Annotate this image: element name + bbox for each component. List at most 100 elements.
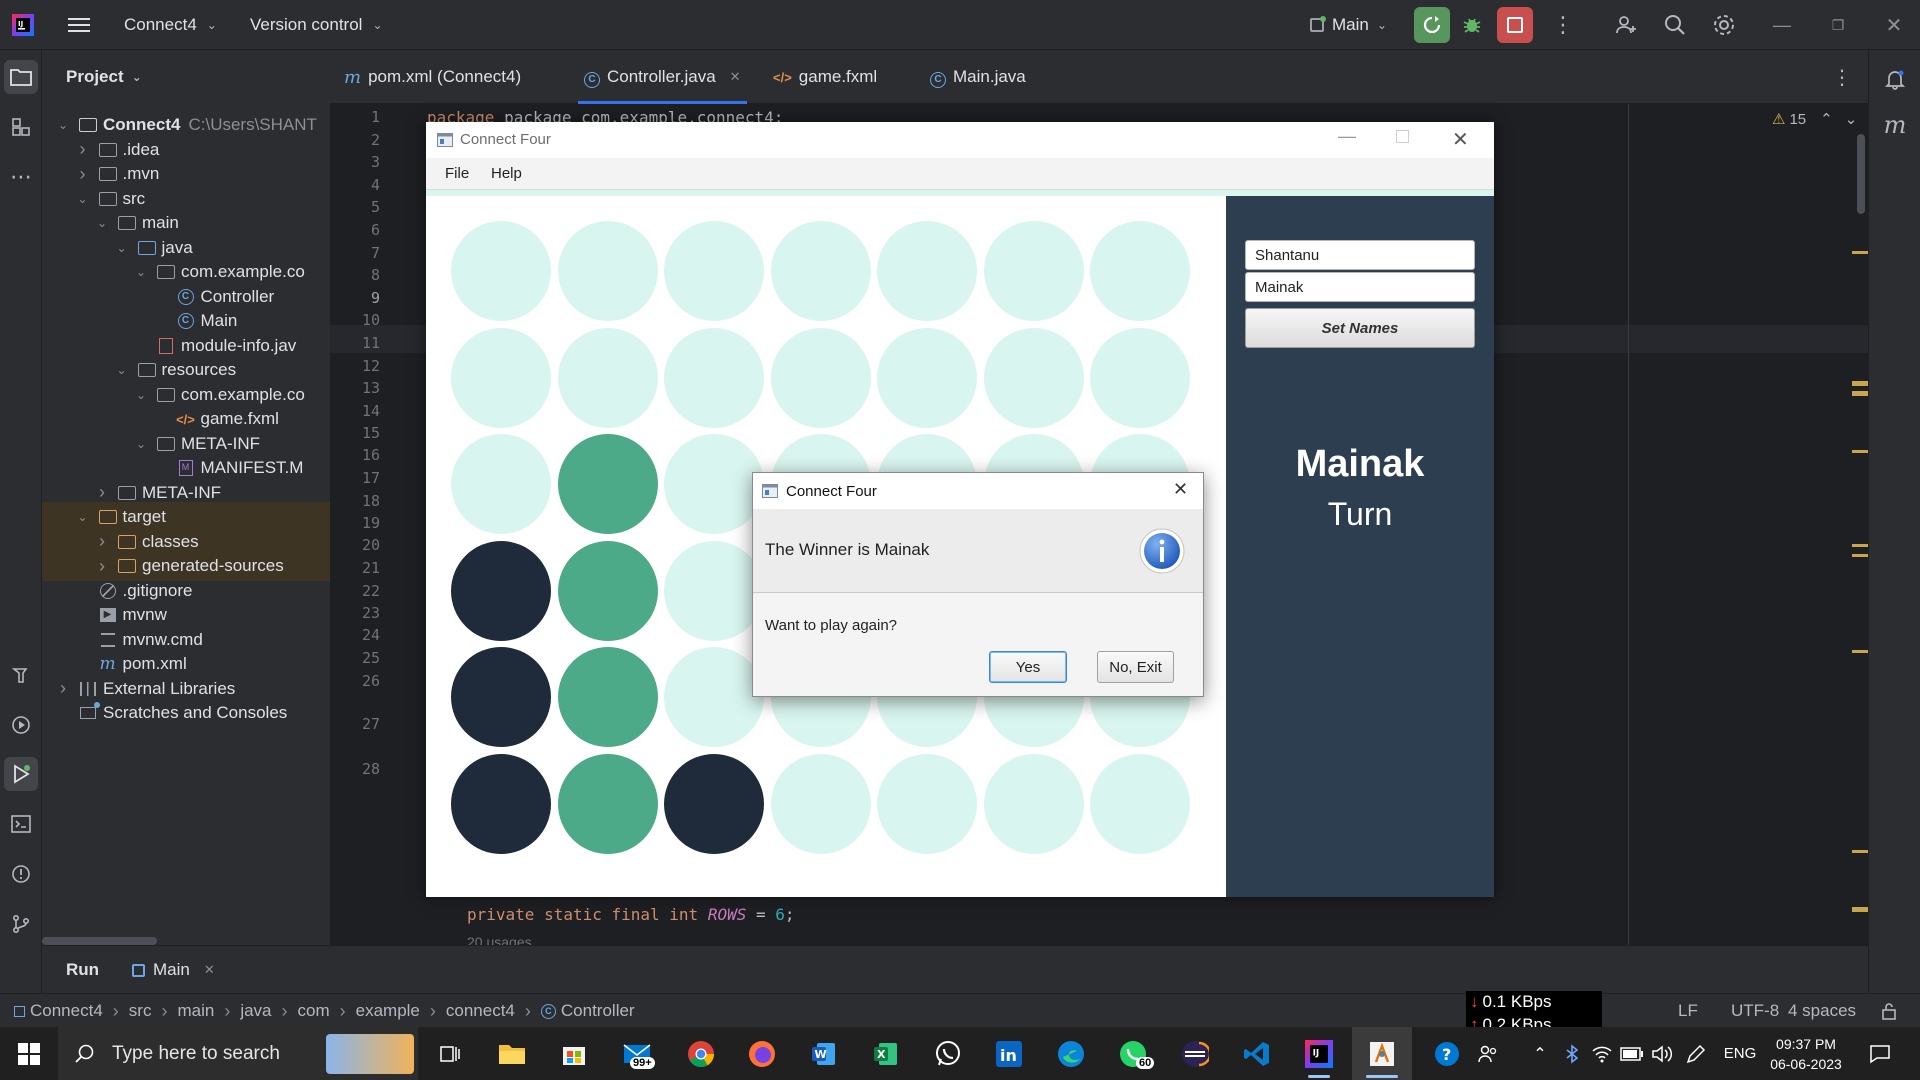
empty-slot[interactable] (770, 327, 871, 428)
game-window-titlebar[interactable]: Connect Four — ✕ (426, 122, 1494, 158)
structure-tool-icon[interactable] (4, 110, 38, 144)
player-two-disc[interactable] (451, 753, 551, 854)
chevron-down-icon[interactable]: ⌄ (115, 363, 129, 377)
mail-app[interactable]: 99+ (608, 1027, 666, 1080)
editor-tab[interactable]: </> game.fxml (773, 50, 877, 104)
restore-window-button[interactable]: ❐ (1810, 0, 1866, 50)
menu-file[interactable]: File (445, 165, 469, 182)
error-stripe-mark[interactable] (1852, 554, 1868, 557)
player-one-disc[interactable] (557, 647, 658, 747)
close-window-button[interactable]: ✕ (1866, 0, 1920, 50)
run-panel-title[interactable]: Run (66, 946, 99, 994)
problems-tool-icon[interactable] (4, 857, 38, 891)
firefox-app[interactable] (733, 1027, 791, 1080)
empty-slot[interactable] (1090, 327, 1190, 428)
set-names-button[interactable]: Set Names (1245, 308, 1475, 348)
chevron-right-icon[interactable]: › (76, 164, 90, 185)
empty-slot[interactable] (983, 753, 1084, 854)
project-selector[interactable]: Connect4 ⌄ (124, 0, 217, 50)
input-language-indicator[interactable]: ENG (1716, 1027, 1764, 1080)
vertical-scrollbar[interactable] (1857, 134, 1865, 214)
error-stripe-mark[interactable] (1852, 391, 1868, 396)
notifications-bell-icon[interactable] (1878, 62, 1912, 96)
usages-hint[interactable]: 20 usages (467, 934, 532, 945)
lock-icon[interactable] (1880, 994, 1898, 1028)
build-tool-icon[interactable] (4, 658, 38, 692)
chevron-right-icon[interactable]: › (95, 531, 109, 552)
empty-slot[interactable] (664, 540, 764, 641)
chevron-down-icon[interactable]: ⌄ (76, 510, 90, 524)
yes-button[interactable]: Yes (989, 651, 1067, 683)
empty-slot[interactable] (451, 327, 551, 428)
error-stripe-mark[interactable] (1852, 251, 1868, 254)
chevron-down-icon[interactable]: ⌄ (134, 437, 148, 451)
breadcrumb-item[interactable]: main (177, 1001, 214, 1021)
services-tool-icon[interactable] (4, 708, 38, 742)
indent-widget[interactable]: 4 spaces (1788, 994, 1856, 1028)
player-two-name-field[interactable]: Mainak (1245, 272, 1475, 302)
editor-tab[interactable]: m pom.xml (Connect4) (344, 50, 521, 104)
add-user-icon[interactable] (1614, 0, 1638, 50)
settings-gear-icon[interactable] (1712, 0, 1736, 50)
empty-slot[interactable] (664, 434, 764, 534)
empty-slot[interactable] (664, 327, 764, 428)
run-config-selector[interactable]: Main ⌄ (1310, 0, 1387, 50)
breadcrumb-item[interactable]: java (240, 1001, 271, 1021)
player-one-disc[interactable] (557, 434, 658, 534)
no-exit-button[interactable]: No, Exit (1097, 651, 1174, 683)
breadcrumb-item[interactable]: Connect4 (30, 1001, 103, 1021)
dialog-close-button[interactable]: ✕ (1173, 479, 1188, 500)
breadcrumb-item[interactable]: connect4 (446, 1001, 515, 1021)
word-app[interactable]: W (795, 1027, 853, 1080)
error-stripe-mark[interactable] (1852, 907, 1868, 912)
inspection-widget[interactable]: ⚠ 15 ⌃ ⌄ (1772, 110, 1857, 129)
player-two-disc[interactable] (451, 540, 551, 641)
chevron-down-icon[interactable]: ⌄ (115, 241, 129, 255)
player-one-disc[interactable] (557, 540, 658, 641)
file-explorer-app[interactable] (483, 1027, 541, 1080)
chevron-down-icon[interactable]: ⌄ (76, 192, 90, 206)
vscode-app[interactable] (1228, 1027, 1286, 1080)
excel-app[interactable]: X (857, 1027, 915, 1080)
player-two-disc[interactable] (451, 647, 551, 747)
breadcrumb-item[interactable]: src (129, 1001, 152, 1021)
error-stripe-mark[interactable] (1852, 850, 1868, 853)
taskbar-search-box[interactable]: Type here to search (58, 1027, 418, 1080)
tab-options-icon[interactable]: ⋮ (1832, 50, 1852, 104)
game-maximize-button[interactable] (1396, 130, 1409, 143)
search-icon[interactable] (1663, 0, 1687, 50)
empty-slot[interactable] (451, 434, 551, 534)
empty-slot[interactable] (877, 327, 977, 428)
intellij-logo-icon[interactable]: IJ (12, 0, 34, 50)
task-view-button[interactable] (420, 1027, 478, 1080)
editor-tab[interactable]: C Controller.java ✕ (578, 50, 747, 104)
rerun-button[interactable] (1414, 7, 1450, 43)
project-panel-header[interactable]: Project ⌄ (66, 50, 142, 104)
whatsapp-desktop-app[interactable]: 60 (1104, 1027, 1162, 1080)
line-separator-widget[interactable]: LF (1678, 994, 1698, 1028)
java-app[interactable] (1352, 1027, 1412, 1080)
empty-slot[interactable] (1090, 221, 1190, 321)
chevron-right-icon[interactable]: › (56, 678, 70, 699)
run-tab-main[interactable]: Main ✕ (132, 946, 215, 994)
empty-slot[interactable] (664, 221, 764, 321)
player-one-disc[interactable] (557, 753, 658, 854)
project-tool-icon[interactable] (4, 60, 38, 94)
empty-slot[interactable] (451, 221, 551, 321)
chevron-right-icon[interactable]: › (76, 139, 90, 160)
chevron-down-icon[interactable]: ⌄ (56, 118, 70, 132)
breadcrumb-item[interactable]: com (298, 1001, 330, 1021)
empty-slot[interactable] (664, 647, 764, 747)
empty-slot[interactable] (770, 753, 871, 854)
menu-help[interactable]: Help (491, 165, 522, 182)
version-control-menu[interactable]: Version control ⌄ (250, 0, 383, 50)
main-menu-icon[interactable] (68, 0, 90, 50)
empty-slot[interactable] (770, 221, 871, 321)
run-tool-icon[interactable] (4, 757, 38, 791)
breadcrumb-item[interactable]: example (356, 1001, 420, 1021)
close-tab-icon[interactable]: ✕ (204, 962, 215, 978)
error-stripe-mark[interactable] (1852, 544, 1868, 547)
more-tools-icon[interactable]: ⋯ (4, 160, 38, 194)
error-stripe-mark[interactable] (1852, 381, 1868, 386)
microsoft-store-app[interactable] (545, 1027, 603, 1080)
